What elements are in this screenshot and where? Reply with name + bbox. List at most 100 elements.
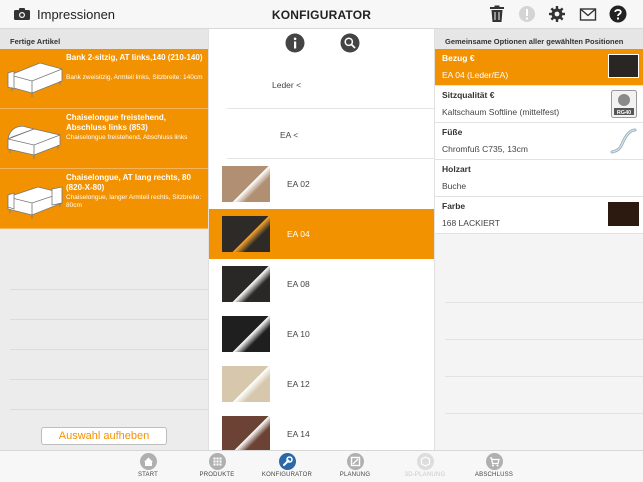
swatch-label: EA 04 [287,229,310,239]
tab-start[interactable]: START [113,453,183,478]
chrome-foot-icon [610,128,637,154]
tab-planung[interactable]: PLANUNG [320,453,390,478]
tab-label: ABSCHLUSS [474,472,514,478]
empty-row [10,380,208,410]
option-value: Chromfuß C735, 13cm [442,144,528,154]
empty-row [445,303,643,340]
empty-row [445,266,643,303]
swatch-label: EA 08 [287,279,310,289]
cube-icon [416,453,434,470]
option-bezug[interactable]: Bezug € EA 04 (Leder/EA) [435,49,643,86]
wrench-icon [278,453,296,470]
empty-row [10,260,208,290]
tab-produkte[interactable]: PRODUKTE [182,453,252,478]
help-icon[interactable] [609,5,627,23]
empty-row [445,414,643,451]
article-title: Bank 2-sitzig, AT links,140 (210-140) [66,53,203,62]
material-toolbar [209,29,434,59]
empty-row [10,290,208,320]
swatch-label: EA 10 [287,329,310,339]
tab-label: PLANUNG [339,472,371,478]
finished-articles-panel: Fertige Artikel Bank 2-sitzig, AT links,… [0,29,208,450]
search-icon[interactable] [340,33,360,53]
swatch-row[interactable]: EA 04 [209,209,434,259]
common-options-panel: Gemeinsame Optionen aller gewählten Posi… [435,29,643,451]
tab-label: KONFIGURATOR [261,472,313,478]
article-title: Chaiselongue freistehend, Abschluss link… [66,113,167,132]
badge-label: RG40 [617,110,631,116]
warning-icon [519,6,535,22]
empty-list-area [0,260,208,410]
option-title: Sitzqualität € [442,90,495,100]
trash-icon[interactable] [488,5,506,23]
empty-row [445,377,643,414]
tab-label: 3D-PLANUNG [404,472,446,478]
option-title: Füße [442,127,463,137]
foam-quality-badge-icon: RG40 [611,90,637,118]
option-fuesse[interactable]: Füße Chromfuß C735, 13cm [435,123,643,160]
tab-3d-planung: 3D-PLANUNG [390,453,460,478]
bottom-tab-bar: START PRODUKTE KONFIGURATOR PLANUNG 3D-P… [0,450,643,482]
planning-icon [346,453,364,470]
filter-row-leder[interactable]: Leder < [227,59,434,109]
article-title: Chaiselongue, AT lang rechts, 80 (820-X-… [66,173,191,192]
empty-options-area [445,266,643,451]
empty-row [10,320,208,350]
filter-label: Leder < [272,80,302,90]
tab-konfigurator[interactable]: KONFIGURATOR [252,453,322,478]
finished-articles-heading: Fertige Artikel [0,29,208,49]
chaiselongue-long-icon [7,186,63,219]
page-title: KONFIGURATOR [271,8,372,22]
option-title: Holzart [442,164,471,174]
option-farbe[interactable]: Farbe 168 LACKIERT [435,197,643,234]
common-options-heading: Gemeinsame Optionen aller gewählten Posi… [435,29,643,49]
top-bar: Impressionen KONFIGURATOR [0,0,643,29]
article-item[interactable]: Chaiselongue, AT lang rechts, 80 (820-X-… [0,169,208,229]
leather-swatch [222,166,270,202]
leather-swatch [222,266,270,302]
swatch-row[interactable]: EA 02 [209,159,434,209]
leather-swatch [222,216,270,252]
article-subtitle: Chaiselongue freistehend, Abschluss link… [66,134,188,141]
sofa-bank-icon [7,62,63,97]
wood-color-thumbnail [608,202,639,226]
swatch-label: EA 02 [287,179,310,189]
filter-row-ea[interactable]: EA < [227,109,434,159]
option-title: Farbe [442,201,466,211]
empty-row [10,350,208,380]
mail-icon[interactable] [579,5,597,23]
leather-swatch [222,366,270,402]
swatch-row[interactable]: EA 12 [209,359,434,409]
option-title: Bezug € [442,53,475,63]
article-subtitle: Bank zweisitzig, Armteil links, Sitzbrei… [66,74,203,81]
cart-icon [485,453,503,470]
chaiselongue-icon [7,125,61,159]
tab-label: PRODUKTE [199,472,235,478]
gear-icon[interactable] [548,5,566,23]
option-value: Buche [442,181,467,191]
option-sitzqualitaet[interactable]: Sitzqualität € Kaltschaum Softline (mitt… [435,86,643,123]
home-icon [139,453,157,470]
swatch-label: EA 14 [287,429,310,439]
leather-swatch-thumbnail [608,54,639,78]
option-value: Kaltschaum Softline (mittelfest) [442,107,560,117]
material-list-panel: Leder < EA < EA 02 EA 04 EA 08 EA 10 EA 12 EA… [208,29,435,450]
leather-swatch [222,416,270,450]
swatch-row[interactable]: EA 14 [209,409,434,450]
article-item[interactable]: Chaiselongue freistehend, Abschluss link… [0,109,208,169]
article-subtitle: Chaiselongue, langer Armteil rechts, Sit… [66,194,202,209]
option-value: EA 04 (Leder/EA) [442,70,509,80]
grid-icon [208,453,226,470]
tab-label: START [137,472,159,478]
swatch-row[interactable]: EA 08 [209,259,434,309]
empty-row [445,340,643,377]
info-icon[interactable] [285,33,305,53]
tab-abschluss[interactable]: ABSCHLUSS [459,453,529,478]
swatch-label: EA 12 [287,379,310,389]
article-item[interactable]: Bank 2-sitzig, AT links,140 (210-140) Ba… [0,49,208,109]
swatch-list: EA 02 EA 04 EA 08 EA 10 EA 12 EA 14 [209,159,434,450]
option-value: 168 LACKIERT [442,218,500,228]
option-holzart[interactable]: Holzart Buche [435,160,643,197]
swatch-row[interactable]: EA 10 [209,309,434,359]
clear-selection-button[interactable]: Auswahl aufheben [41,427,167,445]
